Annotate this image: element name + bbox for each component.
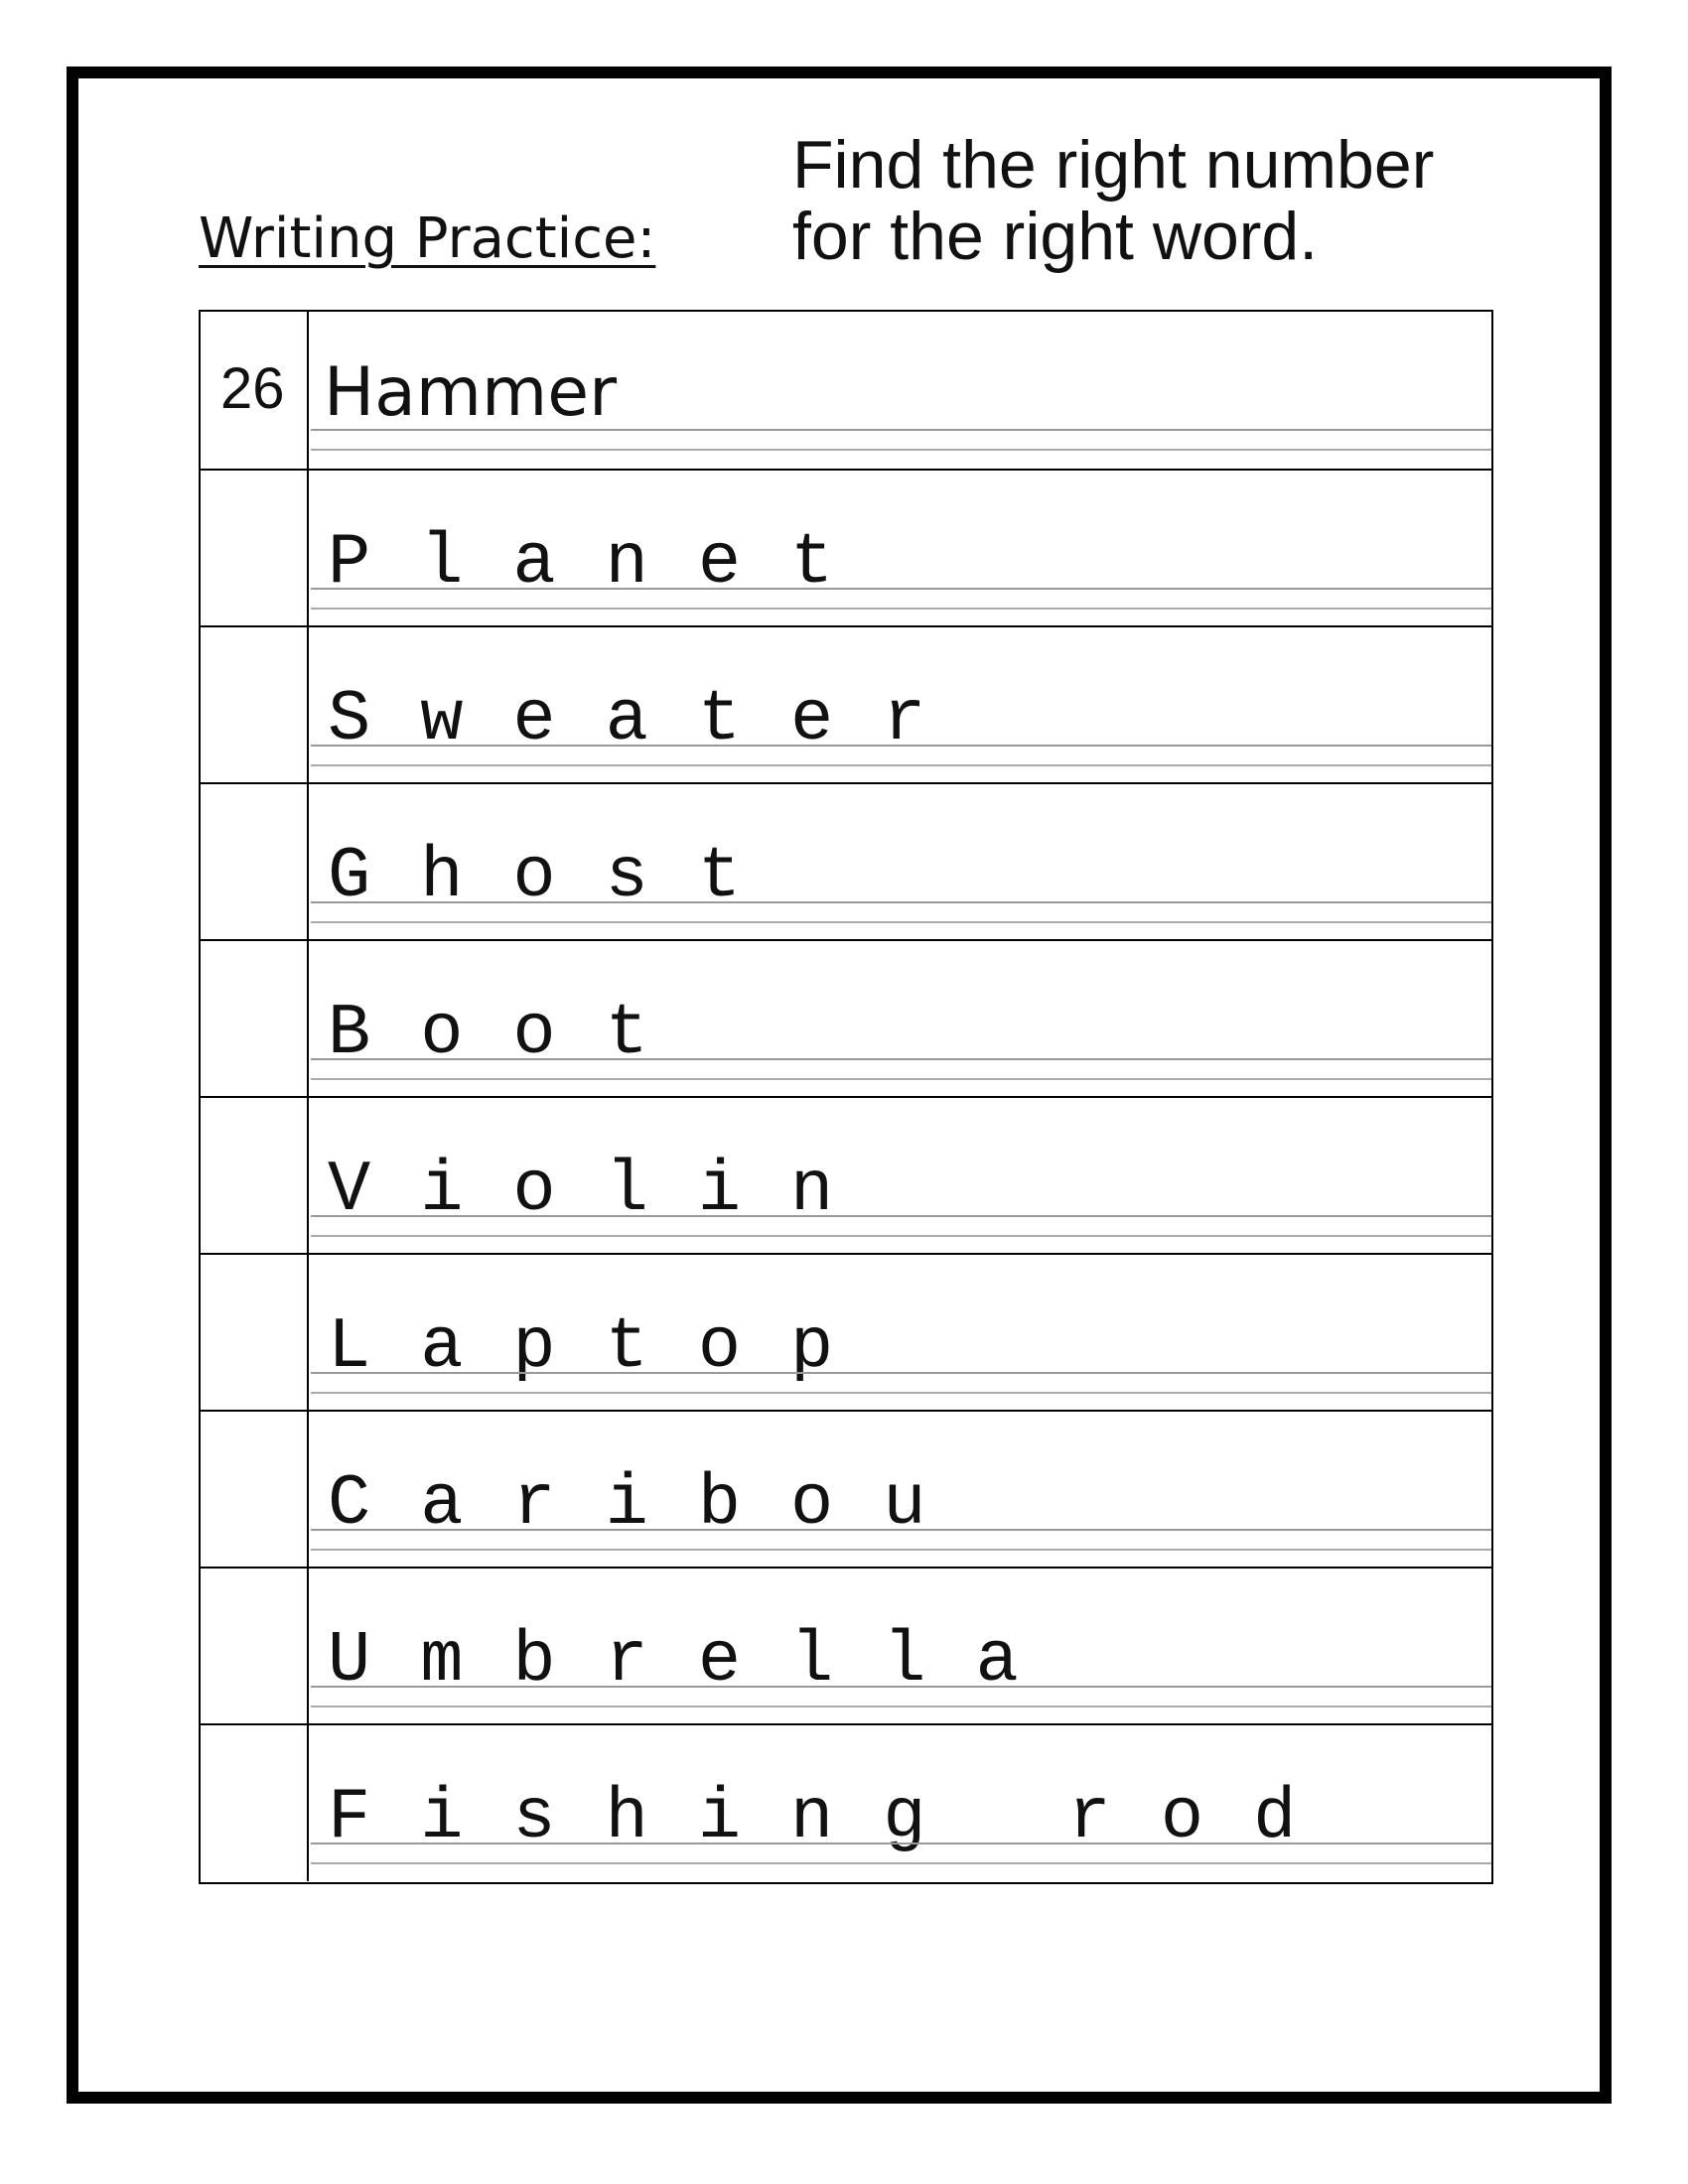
baseline-guide — [311, 588, 1491, 590]
number-cell[interactable] — [201, 941, 309, 1097]
number-cell[interactable] — [201, 1725, 309, 1881]
instruction-line-2: for the right word. — [792, 199, 1319, 274]
worksheet-table: 26 Hammer Planet Sweater Ghost Boot Viol… — [199, 310, 1493, 1884]
descender-guide — [311, 608, 1491, 610]
worksheet-row: Violin — [201, 1096, 1491, 1254]
baseline-guide — [311, 1215, 1491, 1217]
number-cell[interactable] — [201, 1255, 309, 1411]
baseline-guide — [311, 745, 1491, 747]
descender-guide — [311, 1706, 1491, 1707]
baseline-guide — [311, 1058, 1491, 1060]
worksheet-row: Boot — [201, 939, 1491, 1097]
descender-guide — [311, 449, 1491, 451]
descender-guide — [311, 921, 1491, 923]
baseline-guide — [311, 1372, 1491, 1374]
worksheet-row: 26 Hammer — [201, 312, 1491, 470]
number-cell[interactable] — [201, 471, 309, 626]
baseline-guide — [311, 1843, 1491, 1844]
example-word: Hammer — [324, 353, 618, 432]
descender-guide — [311, 1078, 1491, 1080]
practice-word: Planet — [328, 522, 884, 604]
baseline-guide — [311, 429, 1491, 431]
baseline-guide — [311, 1686, 1491, 1688]
worksheet-heading: Writing Practice: — [199, 206, 656, 271]
practice-word: Boot — [328, 993, 698, 1074]
row-number: 26 — [220, 356, 285, 421]
descender-guide — [311, 764, 1491, 766]
number-cell[interactable]: 26 — [201, 312, 309, 470]
descender-guide — [311, 1862, 1491, 1864]
worksheet-row: Sweater — [201, 625, 1491, 783]
practice-word: Ghost — [328, 836, 791, 917]
worksheet-row: Planet — [201, 469, 1491, 626]
worksheet-row: Laptop — [201, 1253, 1491, 1411]
descender-guide — [311, 1392, 1491, 1394]
practice-word: Umbrella — [328, 1620, 1068, 1702]
baseline-guide — [311, 1529, 1491, 1531]
instruction-line-1: Find the right number — [792, 127, 1435, 203]
number-cell[interactable] — [201, 1412, 309, 1568]
worksheet-row: Umbrella — [201, 1567, 1491, 1724]
worksheet-row: Caribou — [201, 1410, 1491, 1568]
number-cell[interactable] — [201, 1098, 309, 1254]
descender-guide — [311, 1549, 1491, 1551]
instructions: Find the right number for the right word… — [792, 129, 1434, 272]
practice-word: Fishing rod — [328, 1777, 1346, 1858]
descender-guide — [311, 1235, 1491, 1237]
practice-word: Laptop — [328, 1306, 884, 1388]
practice-word: Caribou — [328, 1463, 976, 1545]
practice-word: Sweater — [328, 679, 976, 760]
baseline-guide — [311, 901, 1491, 903]
number-cell[interactable] — [201, 1569, 309, 1724]
number-cell[interactable] — [201, 784, 309, 940]
worksheet-row: Fishing rod — [201, 1723, 1491, 1881]
number-cell[interactable] — [201, 627, 309, 783]
worksheet-row: Ghost — [201, 782, 1491, 940]
practice-word: Violin — [328, 1150, 884, 1231]
